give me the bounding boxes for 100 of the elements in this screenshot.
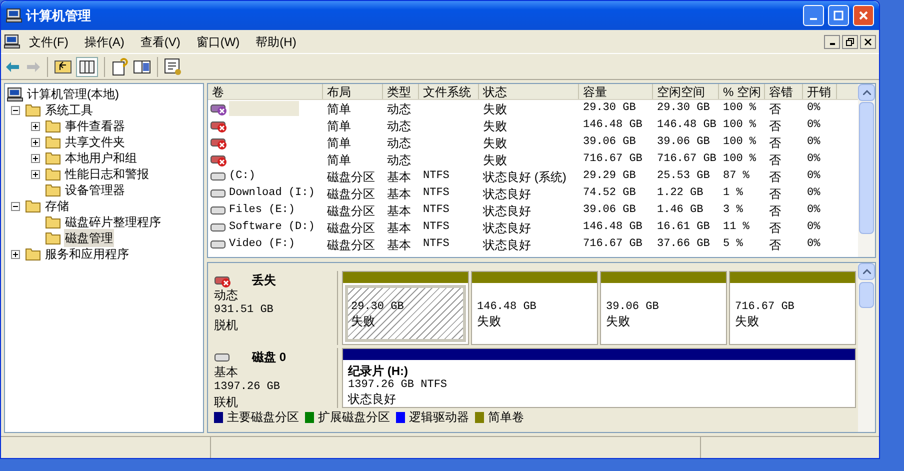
- help-icon[interactable]: [111, 58, 129, 76]
- drive-icon: [214, 350, 232, 364]
- column-header[interactable]: 类型: [383, 84, 419, 99]
- collapse-icon[interactable]: [11, 106, 20, 114]
- back-arrow-icon[interactable]: [5, 60, 21, 72]
- partition[interactable]: 716.67 GB 失败: [729, 271, 856, 345]
- volume-name[interactable]: Video (F:): [229, 237, 296, 252]
- partition[interactable]: 29.30 GB 失败: [342, 271, 469, 345]
- table-cell-text: 简单: [326, 152, 351, 168]
- table-cell-text: 基本: [386, 202, 411, 220]
- volume-name[interactable]: (C:): [229, 169, 256, 184]
- close-icon: [858, 10, 869, 21]
- disk-type: 动态: [214, 288, 239, 303]
- minimize-icon: [830, 43, 834, 45]
- volume-name[interactable]: Software (D:): [229, 220, 315, 235]
- table-cell-text: 1.22 GB: [656, 186, 704, 202]
- expand-icon[interactable]: [31, 122, 40, 130]
- tree-item[interactable]: 计算机管理(本地): [26, 85, 120, 103]
- disk-size: 931.51 GB: [214, 303, 274, 318]
- tree-item[interactable]: 共享文件夹: [64, 133, 126, 151]
- window-title: 计算机管理: [26, 6, 91, 25]
- volume-name[interactable]: Download (I:): [229, 186, 315, 201]
- close-button[interactable]: [860, 34, 876, 48]
- table-cell-text: 0%: [806, 220, 820, 236]
- menu-item[interactable]: 帮助(H): [248, 32, 304, 52]
- expand-icon[interactable]: [31, 154, 40, 162]
- partition[interactable]: 纪录片 (H:) 1397.26 GB NTFS 状态良好: [342, 348, 856, 408]
- tree-item[interactable]: 系统工具: [44, 101, 94, 119]
- table-cell-text: 磁盘分区: [326, 202, 375, 220]
- table-cell-text: 100 %: [722, 152, 756, 168]
- table-cell-text: 16.61 GB: [656, 220, 710, 236]
- table-cell-text: 动态: [386, 134, 411, 152]
- column-header[interactable]: 卷: [208, 84, 323, 99]
- scroll-up-icon[interactable]: [862, 90, 870, 95]
- column-header[interactable]: 容错: [765, 84, 803, 99]
- tree-item[interactable]: 本地用户和组: [64, 149, 138, 167]
- table-cell-text: 磁盘分区: [326, 168, 375, 186]
- partition-size: 716.67 GB: [735, 300, 796, 314]
- column-header[interactable]: % 空闲: [719, 84, 765, 99]
- maximize-button[interactable]: [828, 5, 849, 26]
- expand-icon[interactable]: [31, 138, 40, 146]
- failed-drive-icon: [210, 102, 228, 116]
- partition[interactable]: 146.48 GB 失败: [471, 271, 598, 345]
- table-cell-text: 失败: [482, 134, 507, 152]
- scroll-thumb[interactable]: [859, 102, 874, 234]
- menu-item[interactable]: 操作(A): [77, 32, 132, 52]
- table-cell-text: 87 %: [722, 169, 750, 184]
- tree-item[interactable]: 性能日志和警报: [64, 165, 150, 183]
- table-cell-text: 146.48 GB: [656, 118, 716, 134]
- minimize-button[interactable]: [824, 34, 840, 48]
- folder-icon: [45, 215, 61, 229]
- table-cell-text: 1.46 GB: [656, 203, 704, 218]
- minimize-icon: [810, 18, 817, 20]
- menu-item[interactable]: 文件(F): [22, 32, 76, 52]
- table-cell-text: 基本: [386, 220, 411, 236]
- tree-item[interactable]: 设备管理器: [64, 181, 126, 199]
- scroll-thumb[interactable]: [859, 282, 874, 308]
- column-header[interactable]: 容量: [579, 84, 653, 99]
- pane-toggle-icon[interactable]: [76, 56, 98, 76]
- table-cell-text: 失败: [482, 118, 507, 134]
- column-header[interactable]: 空闲空间: [653, 84, 719, 99]
- maximize-icon: [833, 10, 844, 21]
- table-cell-text: 磁盘分区: [326, 236, 375, 254]
- tree-item[interactable]: 磁盘管理: [64, 229, 114, 247]
- partition-size: 29.30 GB: [351, 300, 405, 314]
- folder-icon: [45, 151, 61, 165]
- scroll-up-icon[interactable]: [862, 269, 870, 274]
- disk-status: 联机: [214, 395, 239, 408]
- menu-item[interactable]: 查看(V): [133, 32, 188, 52]
- properties-icon[interactable]: [164, 58, 182, 76]
- panel-icon[interactable]: [133, 58, 151, 74]
- expand-icon[interactable]: [11, 250, 20, 258]
- table-cell-text: 716.67 GB: [656, 152, 716, 168]
- scrollbar[interactable]: [858, 84, 875, 257]
- tree-item[interactable]: 事件查看器: [64, 117, 126, 135]
- column-header[interactable]: 文件系统: [419, 84, 479, 99]
- table-cell-text: 5 %: [722, 237, 743, 252]
- table-cell-text: 基本: [386, 186, 411, 202]
- collapse-icon[interactable]: [11, 202, 20, 210]
- tree-item[interactable]: 存储: [44, 197, 70, 215]
- up-folder-icon[interactable]: [54, 58, 72, 74]
- folder-icon: [45, 183, 61, 197]
- menu-item[interactable]: 窗口(W): [189, 32, 247, 52]
- restore-button[interactable]: [842, 34, 858, 48]
- tree-item[interactable]: 磁盘碎片整理程序: [64, 213, 162, 231]
- disk-name: 磁盘 0: [252, 350, 286, 365]
- table-cell-text: 0%: [806, 203, 820, 218]
- expand-icon[interactable]: [31, 170, 40, 178]
- document-icon: [4, 34, 20, 49]
- folder-icon: [25, 199, 41, 213]
- scrollbar[interactable]: [858, 263, 875, 432]
- table-cell-text: 0%: [806, 101, 820, 116]
- volume-name[interactable]: Files (E:): [229, 203, 296, 218]
- tree-item[interactable]: 服务和应用程序: [44, 245, 130, 263]
- drive-icon: [210, 186, 228, 200]
- column-header[interactable]: 状态: [479, 84, 579, 99]
- column-header[interactable]: 布局: [323, 84, 383, 99]
- app-icon: [6, 8, 22, 23]
- column-header[interactable]: 开销: [803, 84, 837, 99]
- partition[interactable]: 39.06 GB 失败: [600, 271, 727, 345]
